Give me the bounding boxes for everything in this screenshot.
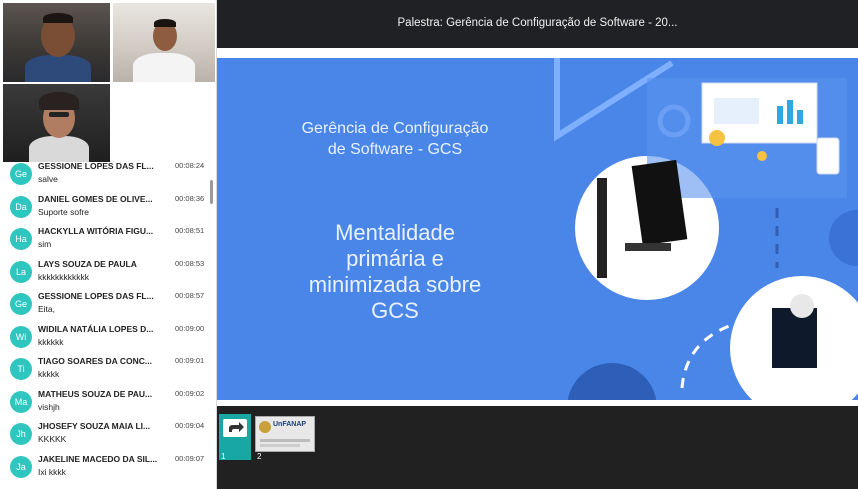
chat-sender-name: DANIEL GOMES DE OLIVE... <box>38 193 153 204</box>
chat-timestamp: 00:09:02 <box>175 388 205 398</box>
left-panel: Ge GESSIONE LOPES DAS FL... 00:08:24 salve D… <box>0 0 217 489</box>
chat-sender-name: HACKYLLA WITÓRIA FIGU... <box>38 226 154 236</box>
chat-message: Ja JAKELINE MACEDO DA SIL... 00:09:07 Ixi k… <box>0 451 212 484</box>
chat-message-text: salve <box>38 174 58 184</box>
webcam-tile-presenter[interactable] <box>3 3 110 82</box>
avatar: Ti <box>10 358 32 380</box>
avatar: La <box>10 260 32 283</box>
chat-message-text: kkkkkk <box>38 336 64 347</box>
chat-message: Da DANIEL GOMES DE OLIVE... 00:08:36 Suport… <box>0 191 212 224</box>
slide-subtitle: Mentalidade primária e minimizada sobre … <box>308 220 482 323</box>
chat-sender-name: MATHEUS SOUZA DE PAU... <box>38 388 153 399</box>
share-arrow-icon <box>229 422 244 432</box>
webcam-tile-participant[interactable] <box>113 3 215 82</box>
chat-message-text: KKKKK <box>38 434 67 444</box>
chat-timestamp: 00:09:00 <box>175 323 205 333</box>
presentation-title: Palestra: Gerência de Configuração de So… <box>397 17 678 29</box>
chat-sender-name: JAKELINE MACEDO DA SIL... <box>38 453 158 464</box>
title-bar: Palestra: Gerência de Configuração de So… <box>217 0 858 48</box>
chat-sender-name: GESSIONE LOPES DAS FL... <box>38 291 154 301</box>
chat-message: Ge GESSIONE LOPES DAS FL... 00:08:24 salve <box>0 162 212 191</box>
chat-timestamp: 00:09:04 <box>175 421 205 430</box>
thumbnail-number-2: 2 <box>257 452 262 461</box>
chat-message: Jh JHOSEFY SOUZA MAIA LI... 00:09:04 KKKKK <box>0 418 212 451</box>
slide-thumbnail-bar: 1 UnFANAP 2 <box>217 406 858 489</box>
chat-message-text: Eita, <box>38 304 56 314</box>
chat-message-text: vishjh <box>38 401 60 412</box>
chat-message: Ma MATHEUS SOUZA DE PAU... 00:09:02 vishjh <box>0 386 212 419</box>
avatar: Da <box>10 195 32 218</box>
avatar: Ha <box>10 228 32 250</box>
presentation-panel: Palestra: Gerência de Configuração de So… <box>217 0 858 489</box>
avatar: Ge <box>10 163 32 185</box>
chat-scrollbar[interactable] <box>210 180 213 204</box>
chat-timestamp: 00:08:51 <box>175 226 205 235</box>
avatar: Jh <box>10 423 32 445</box>
slide-area: Gerência de Configuração de Software - G… <box>217 48 858 406</box>
chat-timestamp: 00:09:01 <box>175 356 205 365</box>
chat-sender-name: TIAGO SOARES DA CONC... <box>38 356 152 366</box>
slide: Gerência de Configuração de Software - G… <box>217 58 858 400</box>
chat-message: La LAYS SOUZA DE PAULA 00:08:53 kkkkkkkkkkk… <box>0 256 212 289</box>
chat-timestamp: 00:09:07 <box>175 453 205 463</box>
chat-message-text: sim <box>38 239 52 249</box>
chat-message: Ti TIAGO SOARES DA CONC... 00:09:01 kkkkk <box>0 353 212 386</box>
chat-message-text: Ixi kkkk <box>38 466 66 477</box>
chat-message: Wi WIDILA NATÁLIA LOPES D... 00:09:00 kkkkk… <box>0 321 212 354</box>
chat-timestamp: 00:08:24 <box>175 162 205 170</box>
chat-sender-name: WIDILA NATÁLIA LOPES D... <box>38 323 154 334</box>
chat-sender-name: JHOSEFY SOUZA MAIA LI... <box>38 421 151 431</box>
avatar: Ma <box>10 390 32 413</box>
chat-timestamp: 00:08:57 <box>175 291 205 300</box>
chat-message: Ge GESSIONE LOPES DAS FL... 00:08:57 Eita, <box>0 288 212 321</box>
chat-message-text: Suporte sofre <box>38 206 90 217</box>
webcam-grid <box>0 0 216 162</box>
webcam-tile-participant-2[interactable] <box>3 84 110 162</box>
chat-sender-name: LAYS SOUZA DE PAULA <box>38 258 137 269</box>
chat-timestamp: 00:08:36 <box>175 193 205 203</box>
chat-timestamp: 00:08:53 <box>175 258 205 268</box>
chat-sender-name: GESSIONE LOPES DAS FL... <box>38 162 154 171</box>
chat-message-text: kkkkk <box>38 369 60 379</box>
chat-message-text: kkkkkkkkkkkk <box>38 271 89 282</box>
slide-thumbnail-2[interactable]: UnFANAP <box>255 416 315 452</box>
avatar: Wi <box>10 325 32 348</box>
unifanap-logo-text: UnFANAP <box>273 421 307 428</box>
avatar: Ge <box>10 293 32 315</box>
thumbnail-number-1: 1 <box>221 452 226 461</box>
chat-list: Ge GESSIONE LOPES DAS FL... 00:08:24 salve D… <box>0 162 212 484</box>
slide-title: Gerência de Configuração de Software - G… <box>301 120 489 158</box>
avatar: Ja <box>10 455 32 478</box>
chat-message: Ha HACKYLLA WITÓRIA FIGU... 00:08:51 sim <box>0 223 212 256</box>
